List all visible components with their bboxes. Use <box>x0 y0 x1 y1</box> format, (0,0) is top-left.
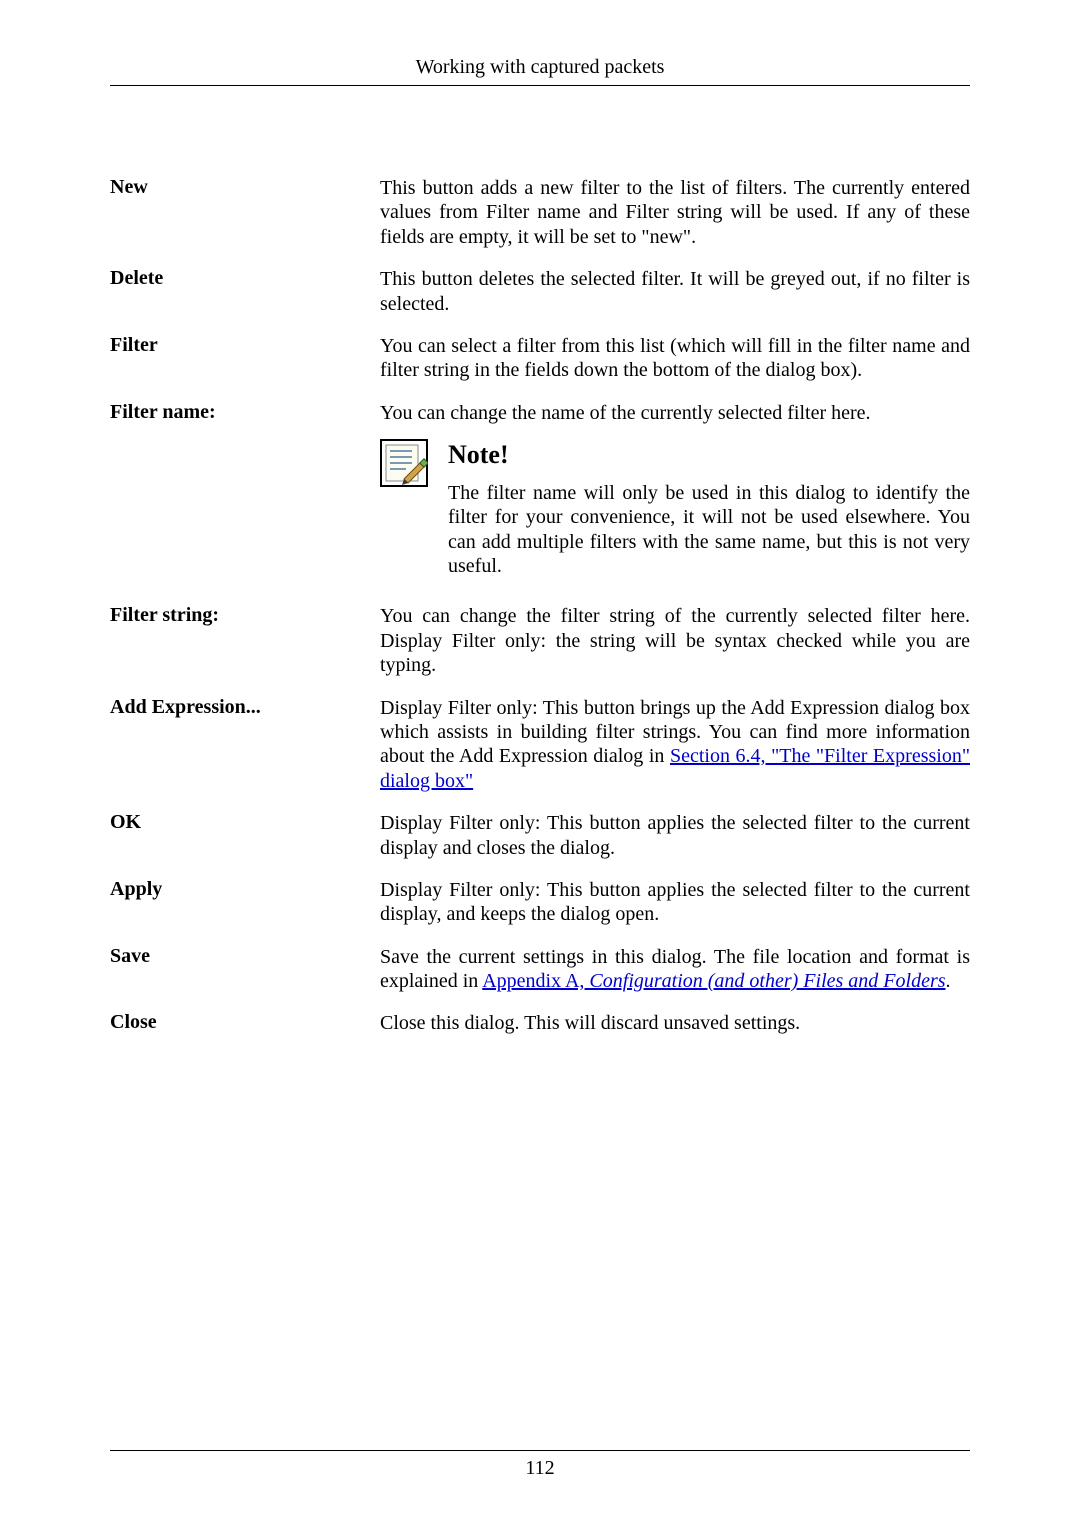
desc-add-expression: Display Filter only: This button brings … <box>380 696 970 794</box>
page-header-title: Working with captured packets <box>110 56 970 85</box>
term-save: Save <box>110 945 380 968</box>
note-body: Note! The filter name will only be used … <box>448 439 970 578</box>
note-text: The filter name will only be used in thi… <box>448 481 970 579</box>
link-appendix-a-italic: Configuration (and other) Files and Fold… <box>589 970 945 992</box>
entry-add-expression: Add Expression... Display Filter only: T… <box>110 696 970 794</box>
entry-filter-string: Filter string: You can change the filter… <box>110 604 970 677</box>
page-footer: 112 <box>110 1440 970 1480</box>
entry-filter: Filter You can select a filter from this… <box>110 334 970 383</box>
term-add-expression: Add Expression... <box>110 696 380 719</box>
term-ok: OK <box>110 811 380 834</box>
term-apply: Apply <box>110 878 380 901</box>
entry-filter-name: Filter name: You can change the name of … <box>110 401 970 579</box>
desc-filter-name-text: You can change the name of the currently… <box>380 402 871 424</box>
desc-apply: Display Filter only: This button applies… <box>380 878 970 927</box>
term-filter-string: Filter string: <box>110 604 380 627</box>
link-appendix-a-plain: Appendix A, <box>482 970 589 992</box>
desc-filter-name: You can change the name of the currently… <box>380 401 970 579</box>
entry-ok: OK Display Filter only: This button appl… <box>110 811 970 860</box>
footer-rule <box>110 1450 970 1451</box>
entry-delete: Delete This button deletes the selected … <box>110 267 970 316</box>
desc-save-post: . <box>946 970 951 992</box>
term-new: New <box>110 176 380 199</box>
desc-ok: Display Filter only: This button applies… <box>380 811 970 860</box>
note-title: Note! <box>448 439 970 471</box>
entry-close: Close Close this dialog. This will disca… <box>110 1011 970 1035</box>
definition-list: New This button adds a new filter to the… <box>110 176 970 1036</box>
desc-filter: You can select a filter from this list (… <box>380 334 970 383</box>
note-icon <box>380 439 430 487</box>
desc-delete: This button deletes the selected filter.… <box>380 267 970 316</box>
desc-save: Save the current settings in this dialog… <box>380 945 970 994</box>
entry-new: New This button adds a new filter to the… <box>110 176 970 249</box>
note-block: Note! The filter name will only be used … <box>380 439 970 578</box>
desc-filter-string: You can change the filter string of the … <box>380 604 970 677</box>
link-appendix-a[interactable]: Appendix A, Configuration (and other) Fi… <box>482 970 945 992</box>
header-rule <box>110 85 970 86</box>
entry-apply: Apply Display Filter only: This button a… <box>110 878 970 927</box>
page-number: 112 <box>110 1457 970 1480</box>
term-filter-name: Filter name: <box>110 401 380 424</box>
term-delete: Delete <box>110 267 380 290</box>
term-filter: Filter <box>110 334 380 357</box>
term-close: Close <box>110 1011 380 1034</box>
desc-new: This button adds a new filter to the lis… <box>380 176 970 249</box>
desc-close: Close this dialog. This will discard uns… <box>380 1011 970 1035</box>
entry-save: Save Save the current settings in this d… <box>110 945 970 994</box>
